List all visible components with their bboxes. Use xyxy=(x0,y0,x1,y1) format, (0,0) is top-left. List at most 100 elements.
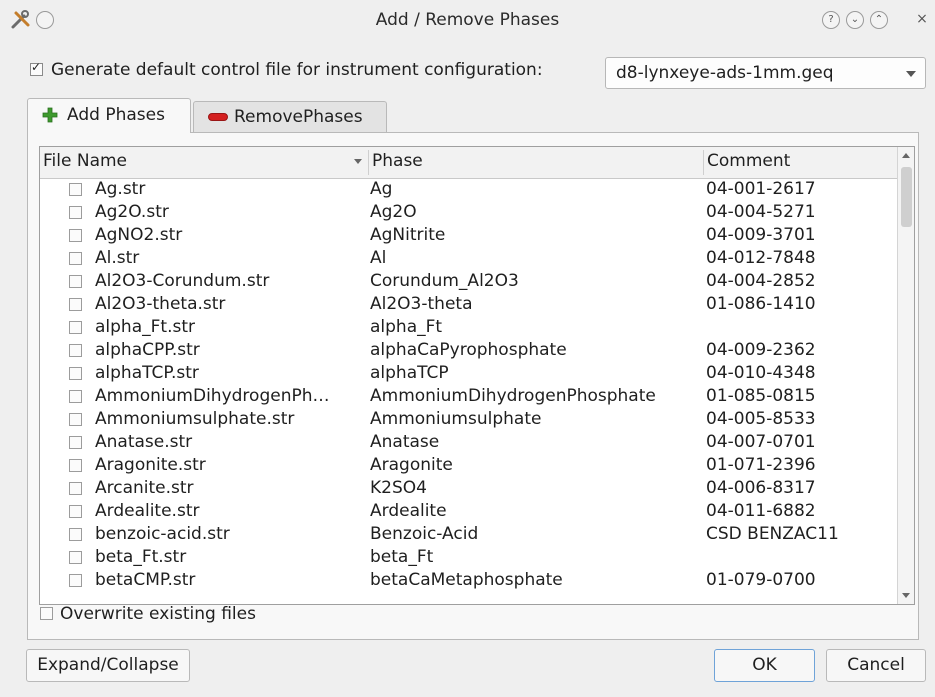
cancel-button[interactable]: Cancel xyxy=(826,649,926,682)
table-row[interactable]: benzoic-acid.str Benzoic-Acid CSD BENZAC11 xyxy=(40,523,897,546)
plus-icon xyxy=(42,107,58,123)
column-divider[interactable] xyxy=(703,150,704,175)
phase-cell: beta_Ft xyxy=(370,547,434,567)
row-checkbox[interactable] xyxy=(69,413,82,426)
table-row[interactable]: Aragonite.str Aragonite 01-071-2396 xyxy=(40,454,897,477)
maximize-button[interactable]: ⌃ xyxy=(870,11,888,29)
phase-cell: Ammoniumsulphate xyxy=(370,409,542,429)
comment-cell: 04-004-5271 xyxy=(706,202,816,222)
phase-cell: Benzoic-Acid xyxy=(370,524,479,544)
comment-cell: 01-086-1410 xyxy=(706,294,816,314)
close-button[interactable]: × xyxy=(914,11,930,27)
phase-cell: Ag xyxy=(370,179,393,199)
tab-remove-phases[interactable]: RemovePhases xyxy=(193,101,387,132)
file-name-cell: Al2O3-Corundum.str xyxy=(95,271,270,291)
table-row[interactable]: betaCMP.str betaCaMetaphosphate 01-079-070… xyxy=(40,569,897,592)
row-checkbox[interactable] xyxy=(69,436,82,449)
row-checkbox[interactable] xyxy=(69,344,82,357)
generate-control-file-row: Generate default control file for instru… xyxy=(30,60,543,88)
row-checkbox[interactable] xyxy=(69,275,82,288)
comment-cell: 01-085-0815 xyxy=(706,386,816,406)
row-checkbox[interactable] xyxy=(69,390,82,403)
phase-cell: Al xyxy=(370,248,387,268)
phase-cell: K2SO4 xyxy=(370,478,427,498)
table-row[interactable]: Ardealite.str Ardealite 04-011-6882 xyxy=(40,500,897,523)
comment-cell: 04-006-8317 xyxy=(706,478,816,498)
table-row[interactable]: Arcanite.str K2SO4 04-006-8317 xyxy=(40,477,897,500)
comment-cell: 04-007-0701 xyxy=(706,432,816,452)
scroll-up-button[interactable] xyxy=(898,147,914,164)
file-name-cell: beta_Ft.str xyxy=(95,547,187,567)
table-row[interactable]: Anatase.str Anatase 04-007-0701 xyxy=(40,431,897,454)
help-button[interactable]: ? xyxy=(822,11,840,29)
row-checkbox[interactable] xyxy=(69,252,82,265)
table-row[interactable]: Ag2O.str Ag2O 04-004-5271 xyxy=(40,201,897,224)
table-row[interactable]: alphaCPP.str alphaCaPyrophosphate 04-009-2… xyxy=(40,339,897,362)
generate-control-file-label: Generate default control file for instru… xyxy=(51,60,543,80)
row-checkbox[interactable] xyxy=(69,505,82,518)
comment-cell: 01-071-2396 xyxy=(706,455,816,475)
table-row[interactable]: Al.str Al 04-012-7848 xyxy=(40,247,897,270)
file-name-cell: alphaTCP.str xyxy=(95,363,199,383)
phase-cell: AmmoniumDihydrogenPhosphate xyxy=(370,386,656,406)
phase-cell: alphaCaPyrophosphate xyxy=(370,340,567,360)
phase-cell: Al2O3-theta xyxy=(370,294,473,314)
row-checkbox[interactable] xyxy=(69,482,82,495)
overwrite-existing-files-checkbox[interactable] xyxy=(40,606,53,620)
title-bar: Add / Remove Phases ? ⌄ ⌃ × xyxy=(0,0,935,44)
row-checkbox[interactable] xyxy=(69,183,82,196)
table-row[interactable]: AmmoniumDihydrogenPh… AmmoniumDihydrogenP… xyxy=(40,385,897,408)
file-name-cell: AmmoniumDihydrogenPh… xyxy=(95,386,330,406)
table-row[interactable]: alpha_Ft.str alpha_Ft xyxy=(40,316,897,339)
file-name-cell: AgNO2.str xyxy=(95,225,183,245)
table-row[interactable]: Ag.str Ag 04-001-2617 xyxy=(40,178,897,201)
file-name-cell: betaCMP.str xyxy=(95,570,196,590)
vertical-scrollbar[interactable] xyxy=(897,147,914,604)
row-checkbox[interactable] xyxy=(69,321,82,334)
comment-cell: 04-004-2852 xyxy=(706,271,816,291)
comment-cell: 04-012-7848 xyxy=(706,248,816,268)
file-name-cell: alphaCPP.str xyxy=(95,340,200,360)
comment-cell: 04-009-3701 xyxy=(706,225,816,245)
table-row[interactable]: Al2O3-Corundum.str Corundum_Al2O3 04-004-2… xyxy=(40,270,897,293)
comment-cell: 01-079-0700 xyxy=(706,570,816,590)
column-header-phase[interactable]: Phase xyxy=(372,151,423,171)
row-checkbox[interactable] xyxy=(69,574,82,587)
table-row[interactable]: alphaTCP.str alphaTCP 04-010-4348 xyxy=(40,362,897,385)
ok-button[interactable]: OK xyxy=(714,649,815,682)
table-row[interactable]: AgNO2.str AgNitrite 04-009-3701 xyxy=(40,224,897,247)
file-name-cell: Arcanite.str xyxy=(95,478,194,498)
column-header-file-name[interactable]: File Name xyxy=(43,151,127,171)
table-row[interactable]: Al2O3-theta.str Al2O3-theta 01-086-1410 xyxy=(40,293,897,316)
row-checkbox[interactable] xyxy=(69,298,82,311)
row-checkbox[interactable] xyxy=(69,206,82,219)
row-checkbox[interactable] xyxy=(69,459,82,472)
scroll-down-button[interactable] xyxy=(898,587,914,604)
file-name-cell: alpha_Ft.str xyxy=(95,317,195,337)
expand-collapse-button[interactable]: Expand/Collapse xyxy=(26,649,190,682)
scrollbar-thumb[interactable] xyxy=(901,167,912,227)
tab-add-phases-label: Add Phases xyxy=(67,105,165,125)
phase-cell: Anatase xyxy=(370,432,440,452)
file-name-cell: Aragonite.str xyxy=(95,455,206,475)
phase-cell: betaCaMetaphosphate xyxy=(370,570,563,590)
instrument-config-select[interactable]: d8-lynxeye-ads-1mm.geq xyxy=(605,57,926,89)
tab-remove-phases-label: RemovePhases xyxy=(234,107,363,127)
row-checkbox[interactable] xyxy=(69,367,82,380)
phase-cell: Corundum_Al2O3 xyxy=(370,271,519,291)
minimize-button[interactable]: ⌄ xyxy=(846,11,864,29)
column-header-comment[interactable]: Comment xyxy=(707,151,790,171)
phase-table: File Name Phase Comment Ag.str Ag 04-001-2… xyxy=(39,146,915,605)
chevron-down-icon xyxy=(906,71,916,77)
row-checkbox[interactable] xyxy=(69,229,82,242)
tab-add-phases[interactable]: Add Phases xyxy=(27,98,191,133)
column-divider[interactable] xyxy=(368,150,369,175)
generate-control-file-checkbox[interactable] xyxy=(30,60,43,76)
table-row[interactable]: Ammoniumsulphate.str Ammoniumsulphate 04-0… xyxy=(40,408,897,431)
row-checkbox[interactable] xyxy=(69,528,82,541)
table-row[interactable]: beta_Ft.str beta_Ft xyxy=(40,546,897,569)
minus-icon xyxy=(208,113,228,121)
file-name-cell: Al2O3-theta.str xyxy=(95,294,226,314)
row-checkbox[interactable] xyxy=(69,551,82,564)
file-name-cell: Ammoniumsulphate.str xyxy=(95,409,295,429)
